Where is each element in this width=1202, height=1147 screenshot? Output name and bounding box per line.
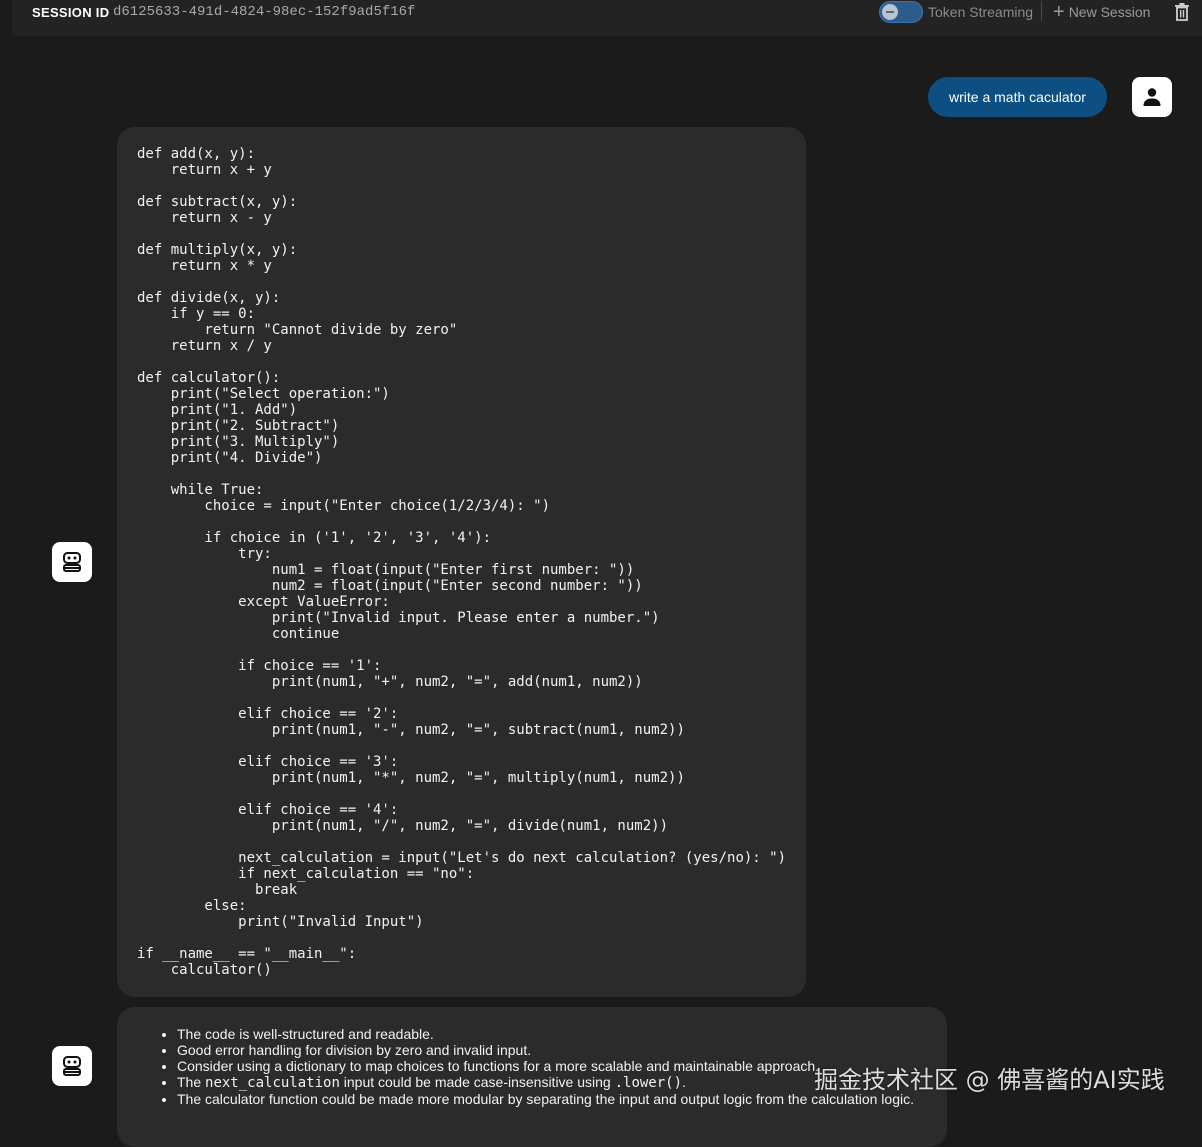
plus-icon: + — [1053, 1, 1065, 23]
session-id-value: d6125633-491d-4824-98ec-152f9ad5f16f — [113, 4, 416, 20]
review-text: The — [177, 1074, 206, 1090]
trash-icon[interactable] — [1172, 2, 1192, 22]
token-streaming-label: Token Streaming — [928, 4, 1034, 20]
person-icon — [1143, 88, 1161, 106]
review-list: The code is well-structured and readable… — [137, 1026, 927, 1107]
review-text: . — [682, 1074, 686, 1090]
code-block: def add(x, y): return x + y def subtract… — [137, 146, 787, 978]
review-text: input could be made case-insensitive usi… — [339, 1074, 615, 1090]
new-session-button[interactable]: + New Session — [1053, 1, 1150, 23]
header-divider — [1041, 1, 1042, 21]
list-item: Good error handling for division by zero… — [177, 1042, 927, 1058]
robot-icon — [63, 552, 81, 572]
new-session-label: New Session — [1068, 4, 1151, 20]
session-id-label: SESSION ID — [32, 5, 110, 20]
list-item: The code is well-structured and readable… — [177, 1026, 927, 1042]
inline-code: .lower() — [614, 1075, 683, 1091]
user-message-text: write a math caculator — [949, 89, 1086, 105]
user-message: write a math caculator — [928, 77, 1107, 117]
bot-code-message: def add(x, y): return x + y def subtract… — [117, 127, 806, 997]
bot-avatar — [52, 542, 92, 582]
token-streaming-toggle[interactable] — [879, 1, 923, 23]
watermark: 掘金技术社区 @ 佛喜酱的AI实践 — [814, 1066, 1165, 1094]
inline-code: next_calculation — [205, 1075, 340, 1091]
toggle-knob — [882, 4, 898, 20]
robot-icon — [63, 1056, 81, 1076]
session-header: SESSION ID d6125633-491d-4824-98ec-152f9… — [12, 0, 1202, 36]
bot-avatar — [52, 1046, 92, 1086]
user-avatar — [1132, 77, 1172, 117]
